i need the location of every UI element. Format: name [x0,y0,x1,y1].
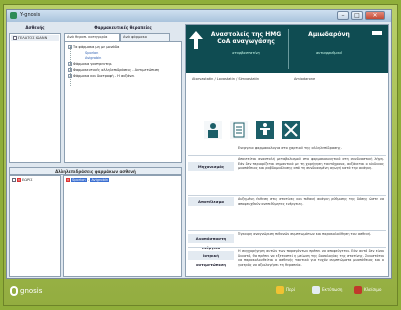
app-window: Y-gnosis – □ ✕ Ασθενής Φαρμακευτικές θερ… [6,9,392,279]
blocked-icon [282,121,300,139]
section-label: Αποτέλεσμα [188,197,234,206]
doctor-icon [204,121,222,139]
section-text: Αυξημένη έκθεση στις στατίνες και πιθανή… [238,197,384,206]
section-text: Απαιτείται αναστολή μεταβολισμού στο φαρ… [238,157,384,171]
tree-node[interactable]: Avigrobin [85,56,101,60]
tree-node-label: Φάρμακα και διατροφή - Η αυξάνει [73,74,135,78]
expand-icon[interactable]: + [68,62,72,66]
section-label: Μηχανισμός [188,162,234,171]
drug-class-title: Αναστολείς της HMG CoA αναγωγάσης [210,31,282,45]
document-icon [230,121,248,139]
logo-icon [10,286,18,296]
close-window-button[interactable]: ✕ [365,11,385,20]
tree-node-label: Sporlon [85,51,99,55]
list-item[interactable]: ✕ ΕΩΡΙΣ [12,178,33,182]
warning-icon: ✕ [66,178,70,182]
tree-node-label: Φάρμακα γαστρεντερ. [73,62,113,66]
info-icon [276,286,284,294]
tab-by-drug[interactable]: Ανά φάρμακο [120,33,170,41]
patients-header: Ασθενής [25,25,45,30]
button-label: Κλείσιμο [364,287,382,292]
drug-title: Αμιωδαρόνη [308,31,350,38]
button-label: Περί [286,287,296,292]
minimize-button[interactable]: – [337,11,349,20]
effect-section: Αποτέλεσμα Αυξημένη έκθεση στις στατίνες… [188,195,386,229]
about-button[interactable]: Περί [276,286,295,294]
action-section: Αναπόσπαστη ενέργεια Έγκαιρη αναγνώριση … [188,230,386,250]
tree-node-label: Τα φάρμακα μη με μονάδα [73,45,120,49]
exit-button[interactable]: Κλείσιμο [354,286,381,294]
arrow-up-icon [189,31,203,49]
window-title: Y-gnosis [20,12,41,18]
drugs-header: Φαρμακευτικές θεραπείες [94,25,152,30]
checkbox[interactable] [13,36,17,40]
tree-node[interactable]: +Φάρμακα και διατροφή - Η αυξάνει [68,74,134,78]
interaction-detail-panel: Αναστολείς της HMG CoA αναγωγάσης ατορβα… [185,24,389,277]
section-text: Έγκαιρη αναγνώριση πιθανών συμπτωμάτων κ… [238,232,372,236]
logo-text: gnosis [20,287,43,295]
tab-label: Ανά φάρμακο [123,35,147,39]
collapse-button[interactable] [372,31,382,35]
tree-node[interactable]: +Φαρμακευτικές αλληλεπιδράσεις - Αντιμετ… [68,68,159,72]
drug-b: Avigrobin [90,178,110,182]
drug-tabs: Ανά θεραπ. κατηγορία Ανά φάρμακο [64,33,182,41]
tab-label: Ανά θεραπ. κατηγορία [67,35,108,39]
drug-subtitle: αντιαρρυθμικό [315,51,343,55]
patients-list: ΓΕΛΑΤΟΣ ΙΩΑΝΝ [9,33,61,163]
bottom-bar: gnosis Περί Εκτύπωση Κλείσιμο [6,281,392,303]
tree-node-label: Avigrobin [85,56,102,60]
drug-tree: −Τα φάρμακα μη με μονάδα Sporlon Avigrob… [64,41,182,163]
tree-node[interactable]: Sporlon [85,51,98,55]
note-text: Ενεργεια φαρμακολογια στο χαρτιού της αλ… [238,146,342,150]
checkbox[interactable] [12,178,16,182]
expand-icon[interactable]: + [68,74,72,78]
section-text: Η συγχορήγηση αυτών των παραγόντων πρέπε… [238,249,384,267]
body-icon [256,121,274,139]
expand-icon[interactable]: + [68,68,72,72]
detail-banner: Αναστολείς της HMG CoA αναγωγάσης ατορβα… [186,25,388,73]
tree-node-label: Φαρμακευτικές αλληλεπιδράσεις - Αντιμετώ… [73,68,160,72]
button-label: Εκτύπωση [322,287,343,292]
treatment-section: Ιατρική αντιμετώπιση Η συγχορήγηση αυτών… [188,247,386,276]
drug-names-right: Amiodarone [294,77,316,81]
patient-row[interactable]: ΓΕΛΑΤΟΣ ΙΩΑΝΝ [11,35,59,41]
drug-a: Sporlon [71,178,87,182]
print-icon [312,286,320,294]
interactions-patient-list: ✕ ΕΩΡΙΣ [9,175,61,277]
tree-node[interactable]: −Τα φάρμακα μη με μονάδα [68,45,119,49]
mechanism-section: Μηχανισμός Απαιτείται αναστολή μεταβολισ… [188,155,386,193]
tab-by-category[interactable]: Ανά θεραπ. κατηγορία [64,33,120,41]
title-bar: Y-gnosis – □ ✕ [7,10,391,22]
drug-class-subtitle: ατορβαστατίνη [232,51,260,55]
collapse-icon[interactable]: − [68,45,72,49]
app-icon [10,12,17,19]
print-button[interactable]: Εκτύπωση [312,286,342,294]
drug-names-left: Atorvastatin / Lovastatin / Simvastatin [192,77,260,81]
interaction-pair[interactable]: ✕ Sporlon - Avigrobin [66,178,110,182]
section-label: Αναπόσπαστη ενέργεια [188,234,234,250]
maximize-button[interactable]: □ [351,11,363,20]
severity-icons [204,121,384,141]
interactions-header: Αλληλεπιδράσεις φαρμάκων ασθενή [9,167,182,175]
list-item-label: ΕΩΡΙΣ [22,178,33,182]
tree-node[interactable]: +Φάρμακα γαστρεντερ. [68,62,112,66]
exit-icon [354,286,362,294]
interactions-detail-list: ✕ Sporlon - Avigrobin [63,175,182,277]
gnosis-logo: gnosis [10,286,42,296]
section-label: Ιατρική αντιμετώπιση [188,251,234,267]
warning-icon: ✕ [17,178,21,182]
patient-name: ΓΕΛΑΤΟΣ ΙΩΑΝΝ [18,36,48,40]
